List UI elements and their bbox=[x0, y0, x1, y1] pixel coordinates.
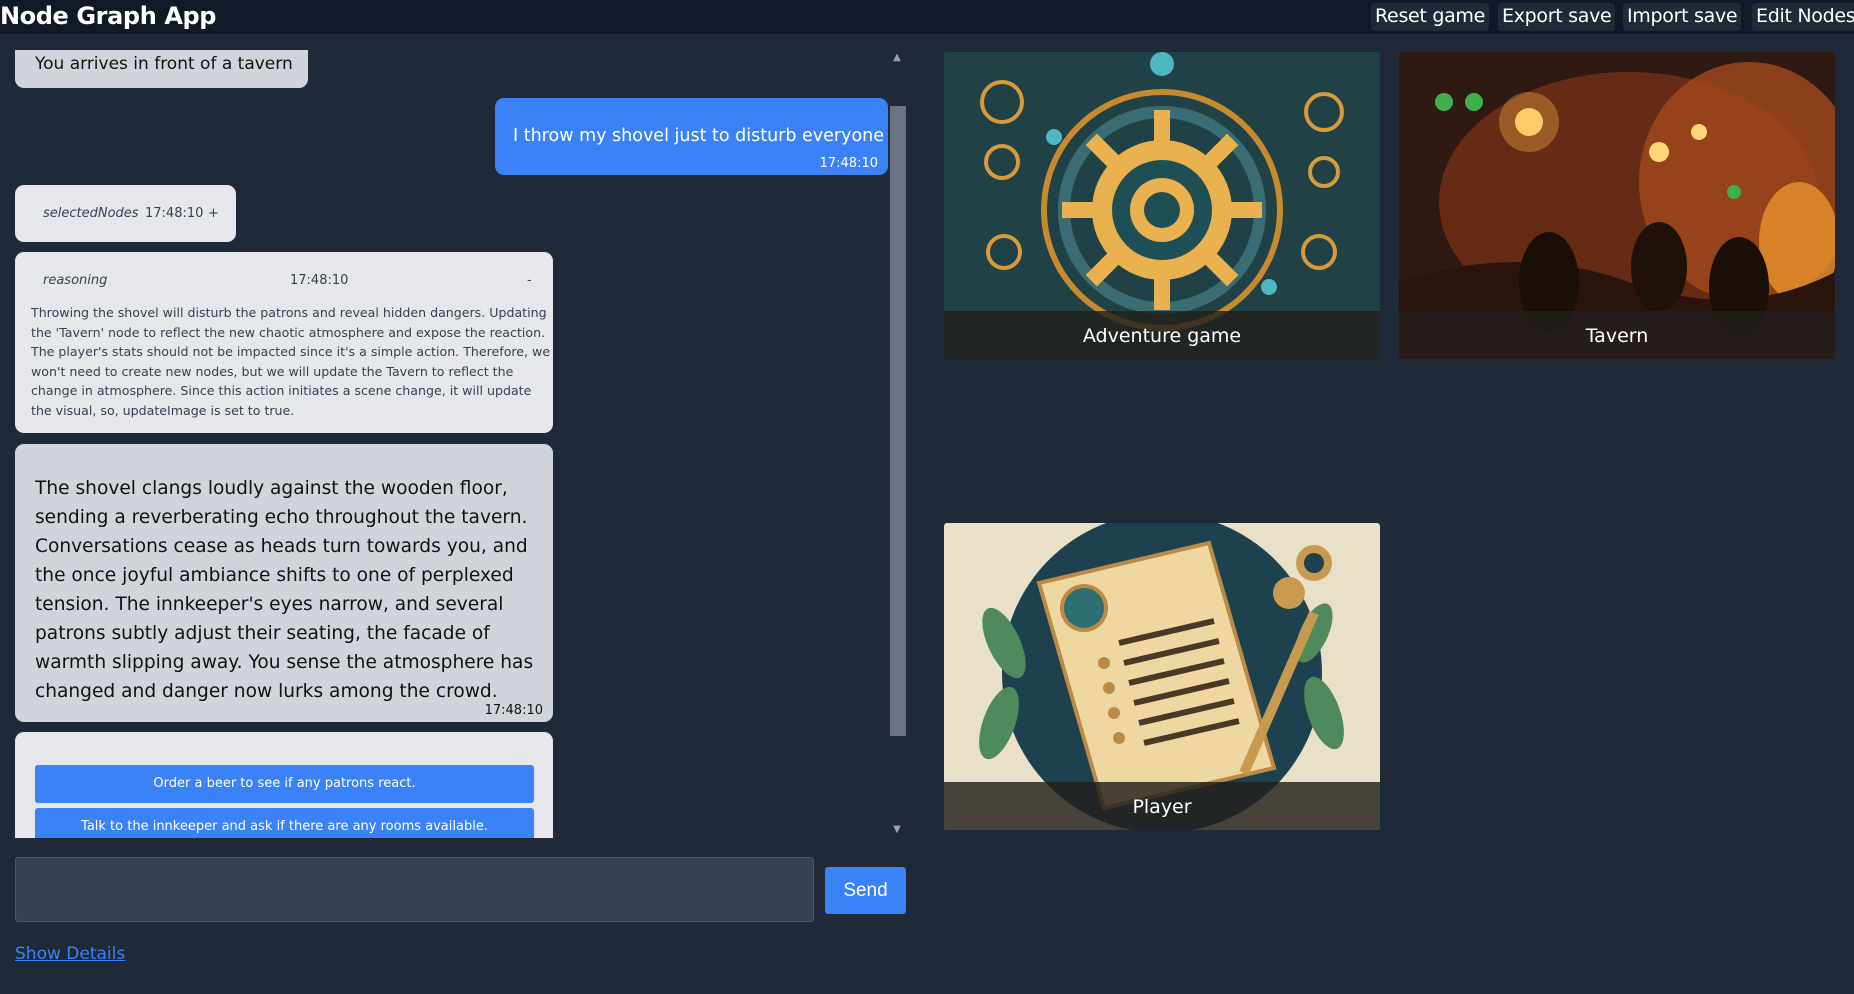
import-save-button[interactable]: Import save bbox=[1623, 3, 1742, 31]
chat-history[interactable]: You arrives in front of a tavern I throw… bbox=[0, 50, 890, 838]
story-text: The shovel clangs loudly against the woo… bbox=[35, 478, 534, 702]
narration-text: You arrives in front of a tavern bbox=[35, 54, 293, 74]
node-caption: Player bbox=[944, 782, 1380, 830]
collapse-toggle[interactable]: - bbox=[527, 273, 532, 288]
expand-toggle[interactable]: + bbox=[208, 206, 219, 221]
export-save-button[interactable]: Export save bbox=[1498, 3, 1616, 31]
reasoning-time: 17:48:10 bbox=[290, 273, 349, 288]
scroll-up-icon[interactable]: ▲ bbox=[891, 52, 903, 64]
message-input[interactable] bbox=[15, 857, 814, 922]
user-message-time: 17:48:10 bbox=[819, 156, 878, 171]
send-button[interactable]: Send bbox=[825, 867, 906, 914]
top-bar: Node Graph App Reset game Export save Im… bbox=[0, 0, 1854, 34]
choice-button[interactable]: Talk to the innkeeper and ask if there a… bbox=[35, 808, 534, 838]
reasoning-label: reasoning bbox=[43, 273, 108, 288]
reasoning-panel[interactable]: reasoning 17:48:10 - Throwing the shovel… bbox=[15, 252, 553, 433]
node-card-player[interactable]: Player bbox=[944, 523, 1380, 830]
choice-button[interactable]: Order a beer to see if any patrons react… bbox=[35, 765, 534, 803]
scroll-down-icon[interactable]: ▼ bbox=[891, 824, 903, 836]
node-card-tavern[interactable]: Tavern bbox=[1399, 52, 1835, 359]
node-caption: Tavern bbox=[1399, 311, 1835, 359]
node-card-adventure-game[interactable]: Adventure game bbox=[944, 52, 1380, 359]
choices-panel: Order a beer to see if any patrons react… bbox=[15, 732, 553, 838]
narration-message: You arrives in front of a tavern bbox=[15, 50, 308, 88]
app-title: Node Graph App bbox=[0, 2, 217, 30]
scroll-thumb[interactable] bbox=[890, 106, 906, 736]
selected-nodes-time: 17:48:10 bbox=[145, 206, 204, 221]
selected-nodes-panel[interactable]: selectedNodes 17:48:10 + bbox=[15, 185, 236, 242]
node-caption: Adventure game bbox=[944, 311, 1380, 359]
story-message: The shovel clangs loudly against the woo… bbox=[15, 444, 553, 722]
chat-scrollbar[interactable]: ▲ ▼ bbox=[888, 50, 906, 838]
selected-nodes-label: selectedNodes bbox=[43, 206, 139, 221]
show-details-link[interactable]: Show Details bbox=[15, 944, 125, 964]
reset-game-button[interactable]: Reset game bbox=[1371, 3, 1490, 31]
reasoning-text: Throwing the shovel will disturb the pat… bbox=[31, 305, 551, 418]
edit-nodes-button[interactable]: Edit Nodes bbox=[1752, 3, 1854, 31]
user-message-text: I throw my shovel just to disturb everyo… bbox=[513, 126, 885, 146]
user-message: I throw my shovel just to disturb everyo… bbox=[495, 98, 888, 175]
story-time: 17:48:10 bbox=[484, 703, 543, 718]
